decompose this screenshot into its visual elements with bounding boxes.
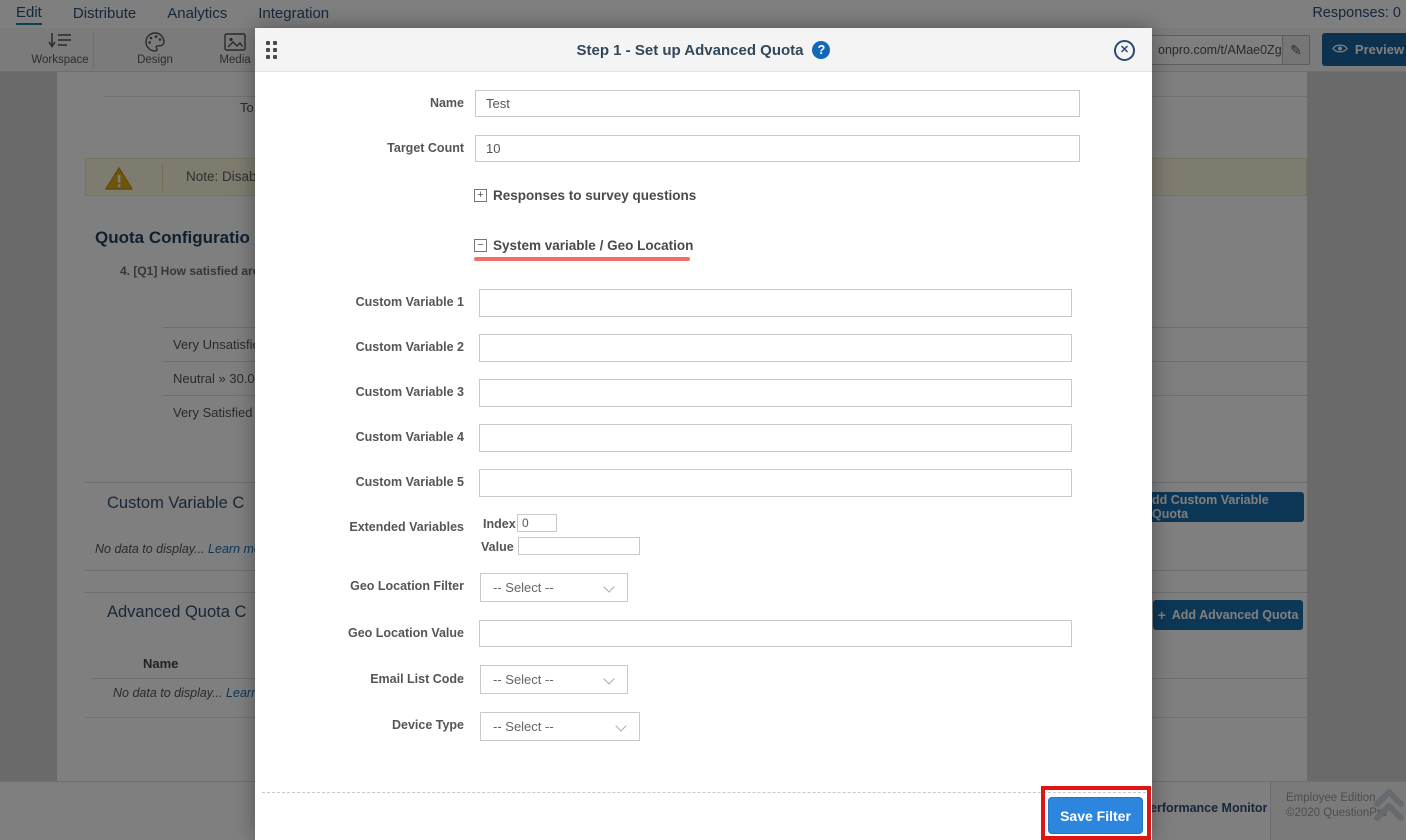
geo-location-filter-select[interactable]: -- Select -- bbox=[480, 573, 628, 602]
modal-title: Step 1 - Set up Advanced Quota bbox=[577, 42, 804, 59]
close-icon[interactable]: ✕ bbox=[1114, 40, 1135, 61]
annotation-underline bbox=[474, 257, 690, 261]
custom-variable-5-input[interactable] bbox=[479, 469, 1072, 497]
custom-variable-4-label: Custom Variable 4 bbox=[255, 430, 464, 444]
help-icon[interactable]: ? bbox=[812, 41, 830, 59]
name-input[interactable] bbox=[475, 90, 1080, 117]
page: Edit Distribute Analytics Integration Re… bbox=[0, 0, 1406, 840]
footer-separator bbox=[262, 792, 1146, 793]
device-type-label: Device Type bbox=[255, 718, 464, 732]
custom-variable-1-label: Custom Variable 1 bbox=[255, 295, 464, 309]
geo-location-value-input[interactable] bbox=[479, 620, 1072, 647]
extended-variables-label: Extended Variables bbox=[255, 520, 464, 534]
custom-variable-2-input[interactable] bbox=[479, 334, 1072, 362]
index-input[interactable] bbox=[517, 514, 557, 532]
device-type-select[interactable]: -- Select -- bbox=[480, 712, 640, 741]
value-input[interactable] bbox=[518, 537, 640, 555]
name-label: Name bbox=[255, 96, 464, 110]
email-list-code-select[interactable]: -- Select -- bbox=[480, 665, 628, 694]
expand-icon: + bbox=[474, 189, 487, 202]
target-count-input[interactable] bbox=[475, 135, 1080, 162]
geo-location-filter-label: Geo Location Filter bbox=[255, 579, 464, 593]
chevron-down-icon bbox=[603, 581, 614, 592]
custom-variable-5-label: Custom Variable 5 bbox=[255, 475, 464, 489]
custom-variable-2-label: Custom Variable 2 bbox=[255, 340, 464, 354]
custom-variable-3-input[interactable] bbox=[479, 379, 1072, 407]
system-variable-section-toggle[interactable]: − System variable / Geo Location bbox=[474, 238, 693, 253]
custom-variable-4-input[interactable] bbox=[479, 424, 1072, 452]
email-list-code-label: Email List Code bbox=[255, 672, 464, 686]
chevron-down-icon bbox=[615, 720, 626, 731]
chevron-down-icon bbox=[603, 673, 614, 684]
advanced-quota-modal: Step 1 - Set up Advanced Quota ? ✕ Name … bbox=[255, 28, 1152, 840]
annotation-highlight-box bbox=[1041, 786, 1151, 840]
collapse-icon: − bbox=[474, 239, 487, 252]
drag-handle-icon[interactable] bbox=[266, 41, 277, 59]
responses-section-toggle[interactable]: + Responses to survey questions bbox=[474, 188, 696, 203]
target-count-label: Target Count bbox=[255, 141, 464, 155]
modal-header: Step 1 - Set up Advanced Quota ? ✕ bbox=[255, 28, 1152, 72]
value-label: Value : bbox=[481, 540, 521, 554]
custom-variable-3-label: Custom Variable 3 bbox=[255, 385, 464, 399]
custom-variable-1-input[interactable] bbox=[479, 289, 1072, 317]
geo-location-value-label: Geo Location Value bbox=[255, 626, 464, 640]
